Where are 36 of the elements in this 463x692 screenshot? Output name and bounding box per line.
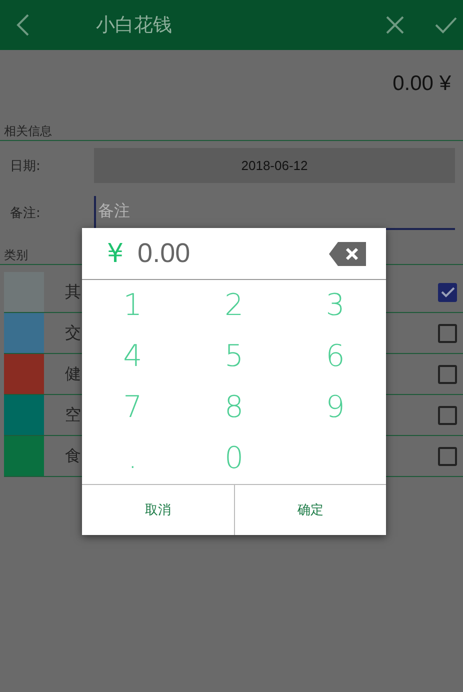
section-heading: 类别 (4, 248, 28, 262)
category-checkbox[interactable] (438, 282, 457, 302)
backspace-icon[interactable] (328, 240, 368, 266)
category-checkbox[interactable] (438, 406, 457, 424)
note-label: 备注: (10, 204, 42, 222)
cancel-button[interactable]: 取消 (82, 485, 234, 535)
currency-symbol: ¥ (107, 238, 124, 268)
amount-value: 0.00 (138, 238, 190, 269)
category-label: 健 (65, 364, 81, 384)
category-label: 食 (65, 446, 81, 466)
keypad-key[interactable]: . (82, 433, 184, 484)
keypad-key[interactable]: 0 (183, 433, 285, 484)
keypad-key[interactable]: 8 (183, 382, 285, 433)
date-label: 日期: (10, 158, 42, 174)
keypad-key[interactable]: 5 (183, 331, 285, 382)
category-label: 交 (65, 322, 81, 344)
close-icon[interactable] (385, 15, 405, 35)
keypad-key[interactable]: 2 (183, 280, 285, 331)
date-button[interactable]: 2018-06-12 (94, 148, 455, 183)
keypad-key[interactable]: 4 (82, 331, 184, 382)
check-icon[interactable] (435, 16, 457, 34)
back-icon[interactable] (16, 13, 30, 37)
keypad-key[interactable]: 3 (284, 280, 386, 331)
category-checkbox[interactable] (438, 324, 457, 342)
category-label: 其 (65, 282, 81, 302)
amount-display: 0.00 ¥ (392, 72, 451, 96)
category-checkbox[interactable] (438, 446, 457, 466)
app-title: 小白花钱 (96, 13, 172, 38)
section-heading: 相关信息 (4, 124, 52, 138)
keypad-key[interactable]: 9 (284, 382, 386, 433)
keypad-key[interactable]: 1 (82, 280, 184, 331)
category-checkbox[interactable] (438, 364, 457, 384)
keypad-key[interactable]: 7 (82, 382, 184, 433)
keypad-key[interactable]: 6 (284, 331, 386, 382)
confirm-button[interactable]: 确定 (234, 485, 386, 535)
category-label: 空 (65, 404, 81, 426)
